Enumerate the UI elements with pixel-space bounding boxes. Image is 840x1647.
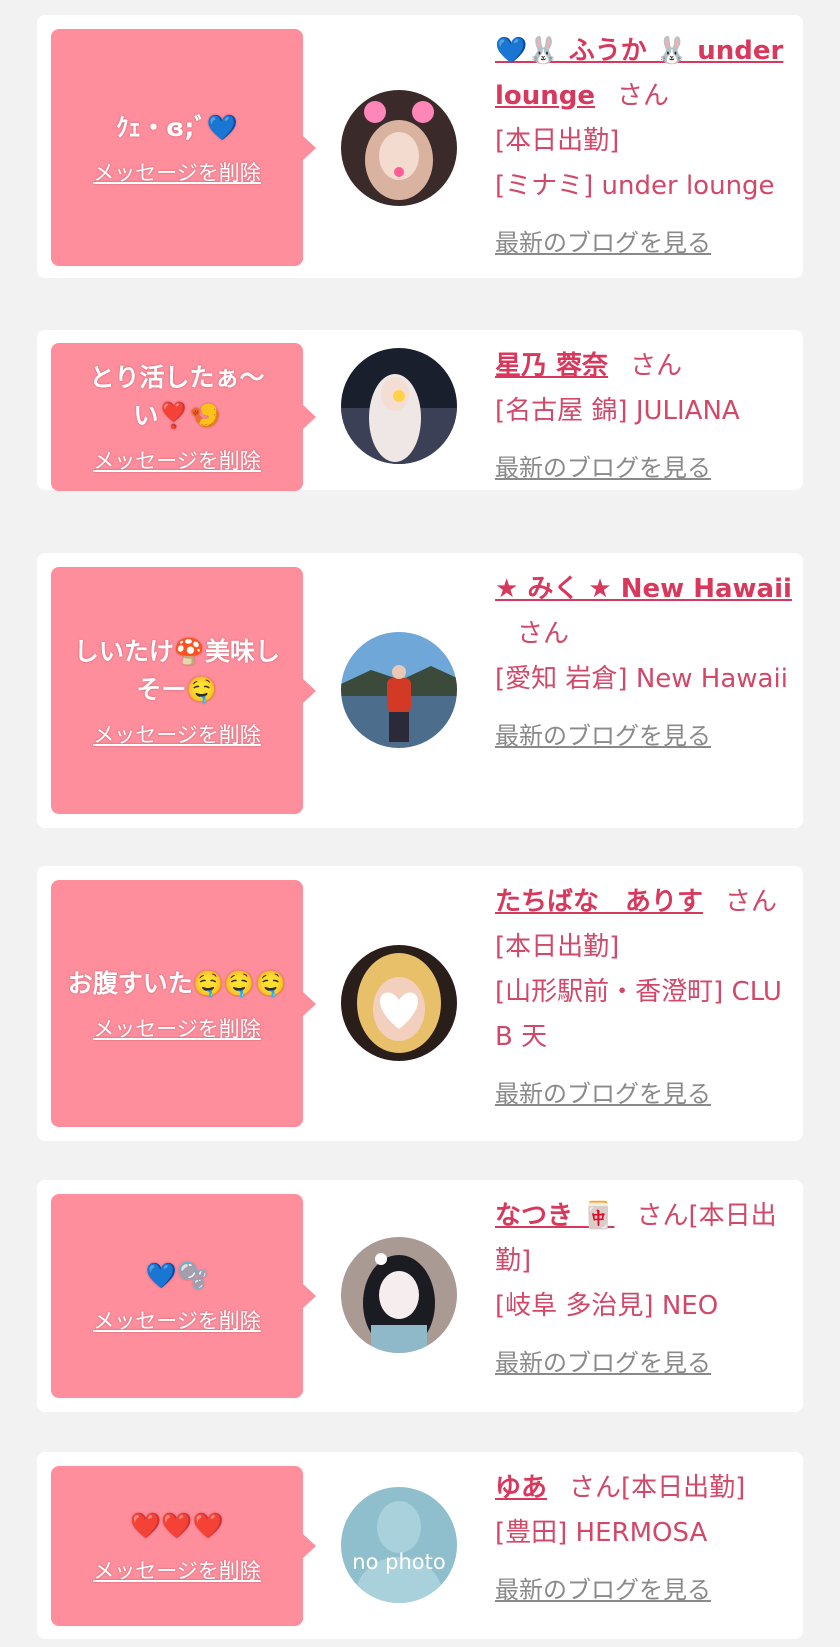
message-text: 💙🫧 — [145, 1261, 209, 1290]
latest-blog-link[interactable]: 最新のブログを見る — [495, 1341, 795, 1386]
girl-name-link[interactable]: たちばな ありす — [495, 887, 703, 917]
girl-info: ゆあ さん[本日出勤] [豊田] HERMOSA 最新のブログを見る — [495, 1466, 795, 1613]
message-bubble: とり活したぁ〜い❣️🍤 メッセージを削除 — [51, 343, 316, 491]
girl-name-link[interactable]: ゆあ — [495, 1473, 547, 1503]
message-bubble: ｸｪ・ɞ;ﾞ💙 メッセージを削除 — [51, 29, 316, 266]
message-bubble: ❤️❤️❤️ メッセージを削除 — [51, 1466, 316, 1626]
delete-message-link[interactable]: メッセージを削除 — [93, 719, 261, 749]
message-card: とり活したぁ〜い❣️🍤 メッセージを削除 星乃 蓉奈 さん [名古屋 錦] JUL… — [37, 330, 803, 491]
avatar-photo-icon — [341, 945, 457, 1061]
status-badge: [本日出勤] — [495, 126, 620, 156]
message-text: お腹すいた🤤🤤🤤 — [67, 968, 287, 998]
latest-blog-link[interactable]: 最新のブログを見る — [495, 1072, 795, 1117]
message-bubble: お腹すいた🤤🤤🤤 メッセージを削除 — [51, 880, 316, 1127]
girl-info: 星乃 蓉奈 さん [名古屋 錦] JULIANA 最新のブログを見る — [495, 344, 795, 491]
message-card: ｸｪ・ɞ;ﾞ💙 メッセージを削除 💙🐰 ふうか 🐰 under lounge さん… — [37, 15, 803, 278]
avatar[interactable] — [341, 348, 457, 464]
status-badge: [本日出勤] — [621, 1473, 746, 1503]
message-text: とり活したぁ〜い❣️🍤 — [89, 363, 265, 430]
delete-message-link[interactable]: メッセージを削除 — [93, 157, 261, 187]
no-photo-icon: no photo — [341, 1487, 457, 1603]
message-card: お腹すいた🤤🤤🤤 メッセージを削除 たちばな ありす さん [本日出勤] [山形駅前… — [37, 866, 803, 1141]
avatar[interactable] — [341, 90, 457, 206]
shop-label: [岐阜 多治見] NEO — [495, 1291, 719, 1321]
message-text: ｸｪ・ɞ;ﾞ💙 — [116, 112, 238, 142]
honorific: さん — [725, 887, 778, 917]
latest-blog-link[interactable]: 最新のブログを見る — [495, 221, 795, 266]
girl-info: なつき 🀄 さん[本日出勤] [岐阜 多治見] NEO 最新のブログを見る — [495, 1194, 795, 1386]
message-text: しいたけ🍄美味しそー🤤 — [73, 636, 281, 704]
avatar[interactable] — [341, 945, 457, 1061]
latest-blog-link[interactable]: 最新のブログを見る — [495, 446, 795, 491]
girl-name-link[interactable]: 星乃 蓉奈 — [495, 351, 608, 381]
avatar-photo-icon — [341, 632, 457, 748]
avatar-photo-icon — [341, 1237, 457, 1353]
avatar[interactable] — [341, 1237, 457, 1353]
girl-info: 💙🐰 ふうか 🐰 under lounge さん [本日出勤] [ミナミ] und… — [495, 29, 795, 266]
avatar-photo-icon — [341, 348, 457, 464]
shop-label: [豊田] HERMOSA — [495, 1518, 708, 1548]
honorific: さん — [569, 1473, 622, 1503]
honorific: さん — [517, 619, 570, 649]
girl-name-link[interactable]: なつき 🀄 — [495, 1201, 614, 1231]
message-text: ❤️❤️❤️ — [130, 1511, 224, 1540]
delete-message-link[interactable]: メッセージを削除 — [93, 445, 261, 475]
girl-info: たちばな ありす さん [本日出勤] [山形駅前・香澄町] CLUB 天 最新のブロ… — [495, 880, 795, 1117]
message-card: 💙🫧 メッセージを削除 なつき 🀄 さん[本日出勤] [岐阜 多治見] NEO 最… — [37, 1180, 803, 1412]
delete-message-link[interactable]: メッセージを削除 — [93, 1305, 261, 1335]
message-card: しいたけ🍄美味しそー🤤 メッセージを削除 ★ みく ★ New Hawaii さん… — [37, 553, 803, 828]
girl-info: ★ みく ★ New Hawaii さん [愛知 岩倉] New Hawaii 最… — [495, 567, 795, 759]
latest-blog-link[interactable]: 最新のブログを見る — [495, 1568, 795, 1613]
avatar[interactable]: no photo — [341, 1487, 457, 1603]
message-card: ❤️❤️❤️ メッセージを削除 no photo ゆあ さん[本日出勤] [豊田]… — [37, 1452, 803, 1639]
status-badge: [本日出勤] — [495, 932, 620, 962]
honorific: さん — [617, 81, 670, 111]
message-bubble: しいたけ🍄美味しそー🤤 メッセージを削除 — [51, 567, 316, 814]
avatar-photo-icon — [341, 90, 457, 206]
message-bubble: 💙🫧 メッセージを削除 — [51, 1194, 316, 1398]
no-photo-text: no photo — [352, 1550, 445, 1574]
delete-message-link[interactable]: メッセージを削除 — [93, 1555, 261, 1585]
delete-message-link[interactable]: メッセージを削除 — [93, 1013, 261, 1043]
honorific: さん — [636, 1201, 689, 1231]
latest-blog-link[interactable]: 最新のブログを見る — [495, 714, 795, 759]
avatar[interactable] — [341, 632, 457, 748]
honorific: さん — [630, 351, 683, 381]
shop-label: [山形駅前・香澄町] CLUB 天 — [495, 977, 782, 1052]
shop-label: [愛知 岩倉] New Hawaii — [495, 664, 788, 694]
shop-label: [名古屋 錦] JULIANA — [495, 396, 740, 426]
girl-name-link[interactable]: ★ みく ★ New Hawaii — [495, 574, 792, 604]
shop-label: [ミナミ] under lounge — [495, 171, 775, 201]
